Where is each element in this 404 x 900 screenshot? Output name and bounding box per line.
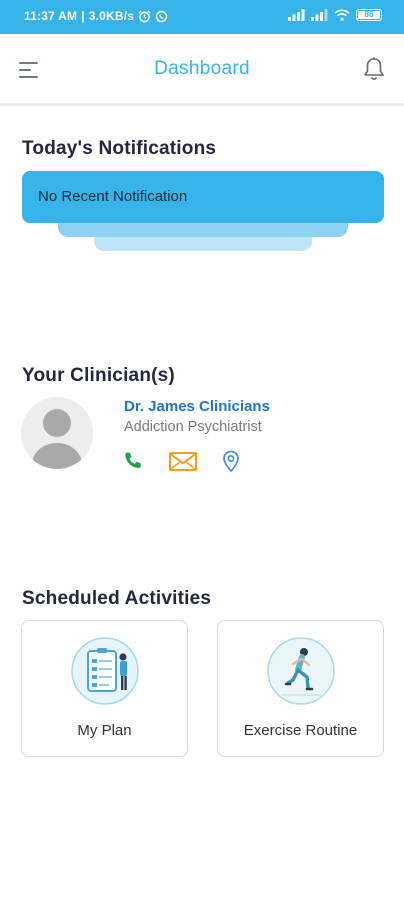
clinician-role: Addiction Psychiatrist (124, 419, 262, 435)
signal-icon-1 (288, 9, 305, 21)
activity-label-exercise-routine: Exercise Routine (243, 722, 358, 739)
mail-icon[interactable] (168, 449, 198, 473)
status-time: 11:37 AM (24, 9, 78, 23)
location-pin-icon[interactable] (219, 449, 243, 473)
bell-icon[interactable] (362, 56, 386, 82)
clinician-avatar[interactable] (21, 397, 93, 469)
status-bar: 11:37 AM | 3.0KB/s 86 (0, 0, 404, 34)
activity-card-exercise-routine[interactable]: Exercise Routine (217, 620, 384, 757)
plan-clipboard-illustration (70, 637, 139, 705)
activity-label-my-plan: My Plan (77, 722, 132, 739)
notification-empty-message: No Recent Notification (38, 188, 188, 205)
notification-card[interactable]: No Recent Notification (22, 171, 384, 223)
person-placeholder-icon (31, 409, 83, 469)
activity-card-my-plan[interactable]: My Plan (21, 620, 188, 757)
status-bar-right: 86 (288, 9, 382, 21)
notifications-section-title: Today's Notifications (22, 138, 217, 159)
status-net-speed: 3.0KB/s (88, 9, 135, 23)
battery-level: 86 (364, 10, 374, 19)
clinicians-section-title: Your Clinician(s) (22, 365, 175, 386)
alarm-icon (138, 10, 151, 22)
activities-section-title: Scheduled Activities (22, 588, 212, 609)
battery-icon: 86 (356, 9, 382, 21)
wifi-icon (334, 9, 350, 21)
page-title: Dashboard (154, 58, 250, 79)
whatsapp-icon (155, 10, 168, 22)
app-header: Dashboard (0, 34, 404, 106)
phone-icon[interactable] (121, 449, 145, 473)
clinician-name[interactable]: Dr. James Clinicians (124, 398, 270, 415)
status-bar-left: 11:37 AM | 3.0KB/s (24, 9, 168, 23)
runner-illustration (266, 637, 335, 705)
status-separator: | (81, 9, 85, 23)
signal-icon-2 (311, 9, 328, 21)
